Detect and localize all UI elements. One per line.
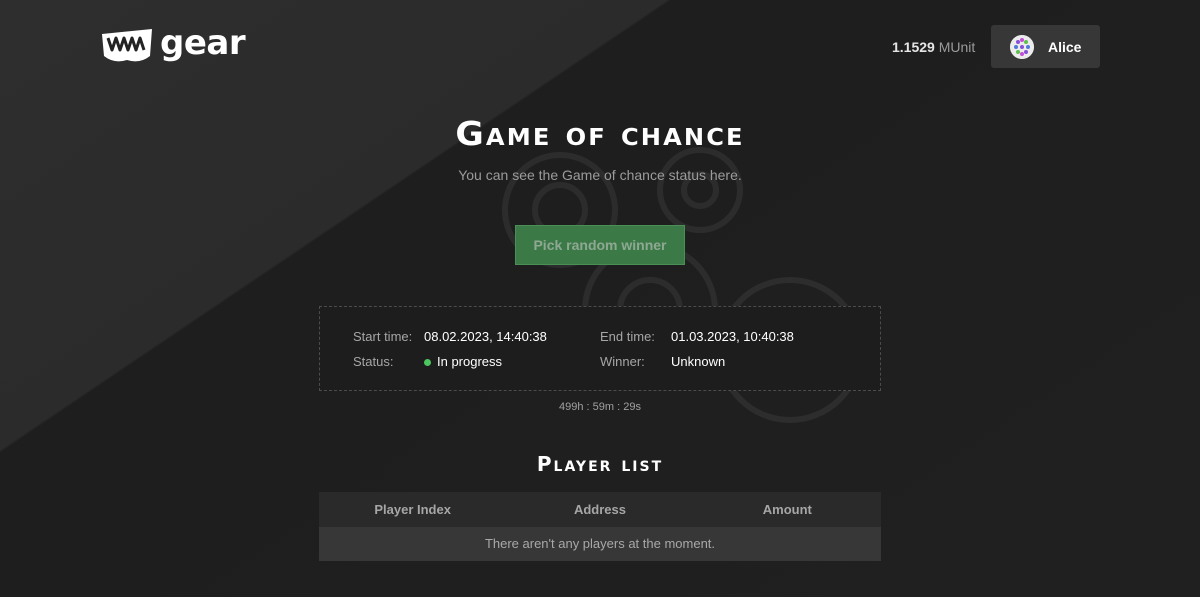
page-title: Game of chance (455, 114, 745, 153)
game-status-card: Start time: 08.02.2023, 14:40:38 End tim… (319, 306, 881, 391)
pick-random-winner-button[interactable]: Pick random winner (515, 225, 685, 265)
start-time-value: 08.02.2023, 14:40:38 (424, 329, 547, 344)
balance-unit: MUnit (938, 39, 976, 55)
player-list-title: Player list (536, 452, 664, 476)
winner-label: Winner: (600, 354, 645, 369)
column-header-address: Address (573, 502, 626, 517)
column-header-player-index: Player Index (374, 502, 451, 517)
page-subtitle: You can see the Game of chance status he… (458, 167, 742, 183)
header: gear 1.1529 MUnit Alice (0, 0, 1200, 92)
status-value: In progress (437, 354, 503, 369)
status-label: Status: (353, 354, 394, 369)
gear-logo-icon (102, 29, 152, 62)
column-header-amount: Amount (762, 502, 812, 517)
account-button[interactable]: Alice (991, 25, 1100, 68)
table-header: Player Index Address Amount (319, 492, 881, 527)
countdown-timer: 499h : 59m : 29s (559, 401, 641, 413)
status-dot-icon (424, 359, 431, 366)
empty-players-message: There aren't any players at the moment. (319, 527, 881, 561)
wallet-balance: 1.1529 MUnit (892, 38, 975, 56)
end-time-label: End time: (600, 329, 655, 344)
winner-value: Unknown (671, 354, 726, 369)
balance-value: 1.1529 (892, 39, 935, 55)
start-time-label: Start time: (353, 329, 413, 344)
logo-text: gear (160, 23, 246, 63)
gear-logo[interactable]: gear (100, 23, 246, 64)
end-time-value: 01.03.2023, 10:40:38 (671, 329, 794, 344)
account-name: Alice (1048, 38, 1082, 55)
avatar-icon (1010, 34, 1034, 59)
player-table: Player Index Address Amount There aren't… (319, 492, 881, 561)
